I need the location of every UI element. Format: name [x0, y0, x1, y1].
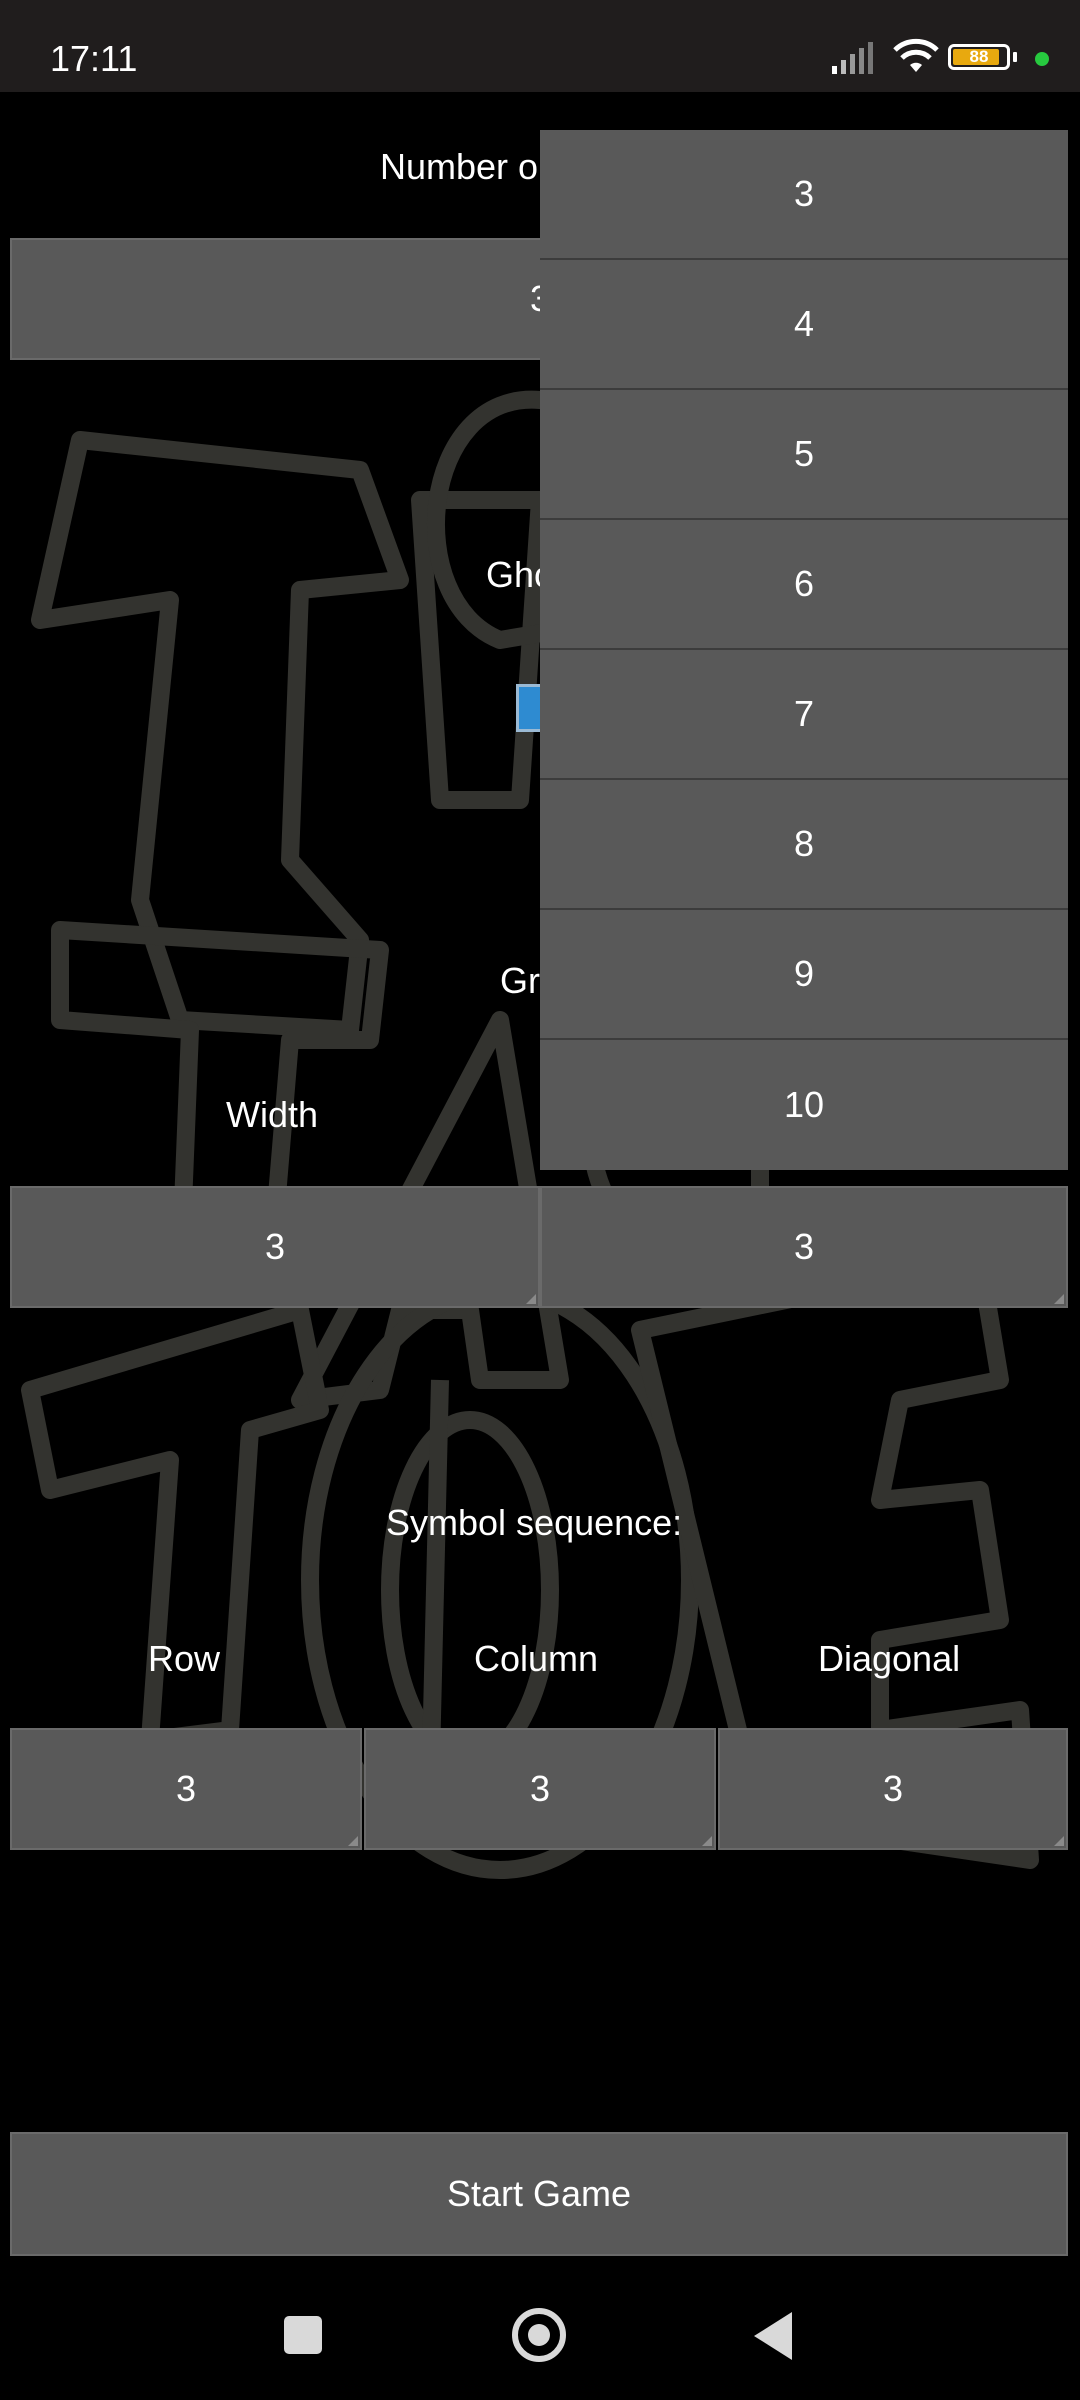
privacy-indicator-dot [1035, 52, 1049, 66]
recents-square-icon[interactable] [284, 2316, 322, 2354]
row-label: Row [148, 1638, 221, 1679]
status-icons: 88 [830, 38, 1050, 78]
row-sequence-select[interactable]: 3 [10, 1728, 362, 1850]
battery-icon: 88 [948, 44, 1010, 70]
dropdown-option[interactable]: 4 [540, 260, 1068, 390]
dropdown-option[interactable]: 10 [540, 1040, 1068, 1170]
height-select[interactable]: 3 [540, 1186, 1068, 1308]
dropdown-option[interactable]: 5 [540, 390, 1068, 520]
grid-size-label: Gr [500, 960, 540, 1001]
symbol-sequence-label: Symbol sequence: [386, 1502, 683, 1543]
width-select[interactable]: 3 [10, 1186, 540, 1308]
diagonal-sequence-value: 3 [882, 1768, 904, 1809]
dropdown-option[interactable]: 6 [540, 520, 1068, 650]
column-sequence-value: 3 [529, 1768, 551, 1809]
battery-level: 88 [969, 47, 989, 66]
wifi-icon [893, 38, 939, 72]
signal-icon [832, 42, 873, 74]
width-label: Width [226, 1094, 319, 1135]
dropdown-options-list: 3 4 5 6 7 8 9 10 [540, 130, 1068, 1170]
start-game-button[interactable]: Start Game [10, 2132, 1068, 2256]
dropdown-option[interactable]: 7 [540, 650, 1068, 780]
dropdown-option[interactable]: 8 [540, 780, 1068, 910]
home-circle-icon[interactable] [512, 2308, 566, 2362]
row-sequence-value: 3 [175, 1768, 197, 1809]
column-label: Column [474, 1638, 599, 1679]
number-of-players-label: Number o [380, 146, 539, 187]
diagonal-sequence-select[interactable]: 3 [718, 1728, 1068, 1850]
dropdown-option[interactable]: 3 [540, 130, 1068, 260]
width-value: 3 [264, 1226, 286, 1267]
status-bar: 17:11 88 [0, 0, 1080, 92]
battery-tip [1013, 52, 1017, 62]
navigation-bar [0, 2256, 1080, 2400]
status-time: 17:11 [50, 38, 138, 79]
height-value: 3 [793, 1226, 815, 1267]
diagonal-label: Diagonal [818, 1638, 961, 1679]
column-sequence-select[interactable]: 3 [364, 1728, 716, 1850]
dropdown-option[interactable]: 9 [540, 910, 1068, 1040]
back-triangle-icon[interactable] [754, 2312, 792, 2360]
